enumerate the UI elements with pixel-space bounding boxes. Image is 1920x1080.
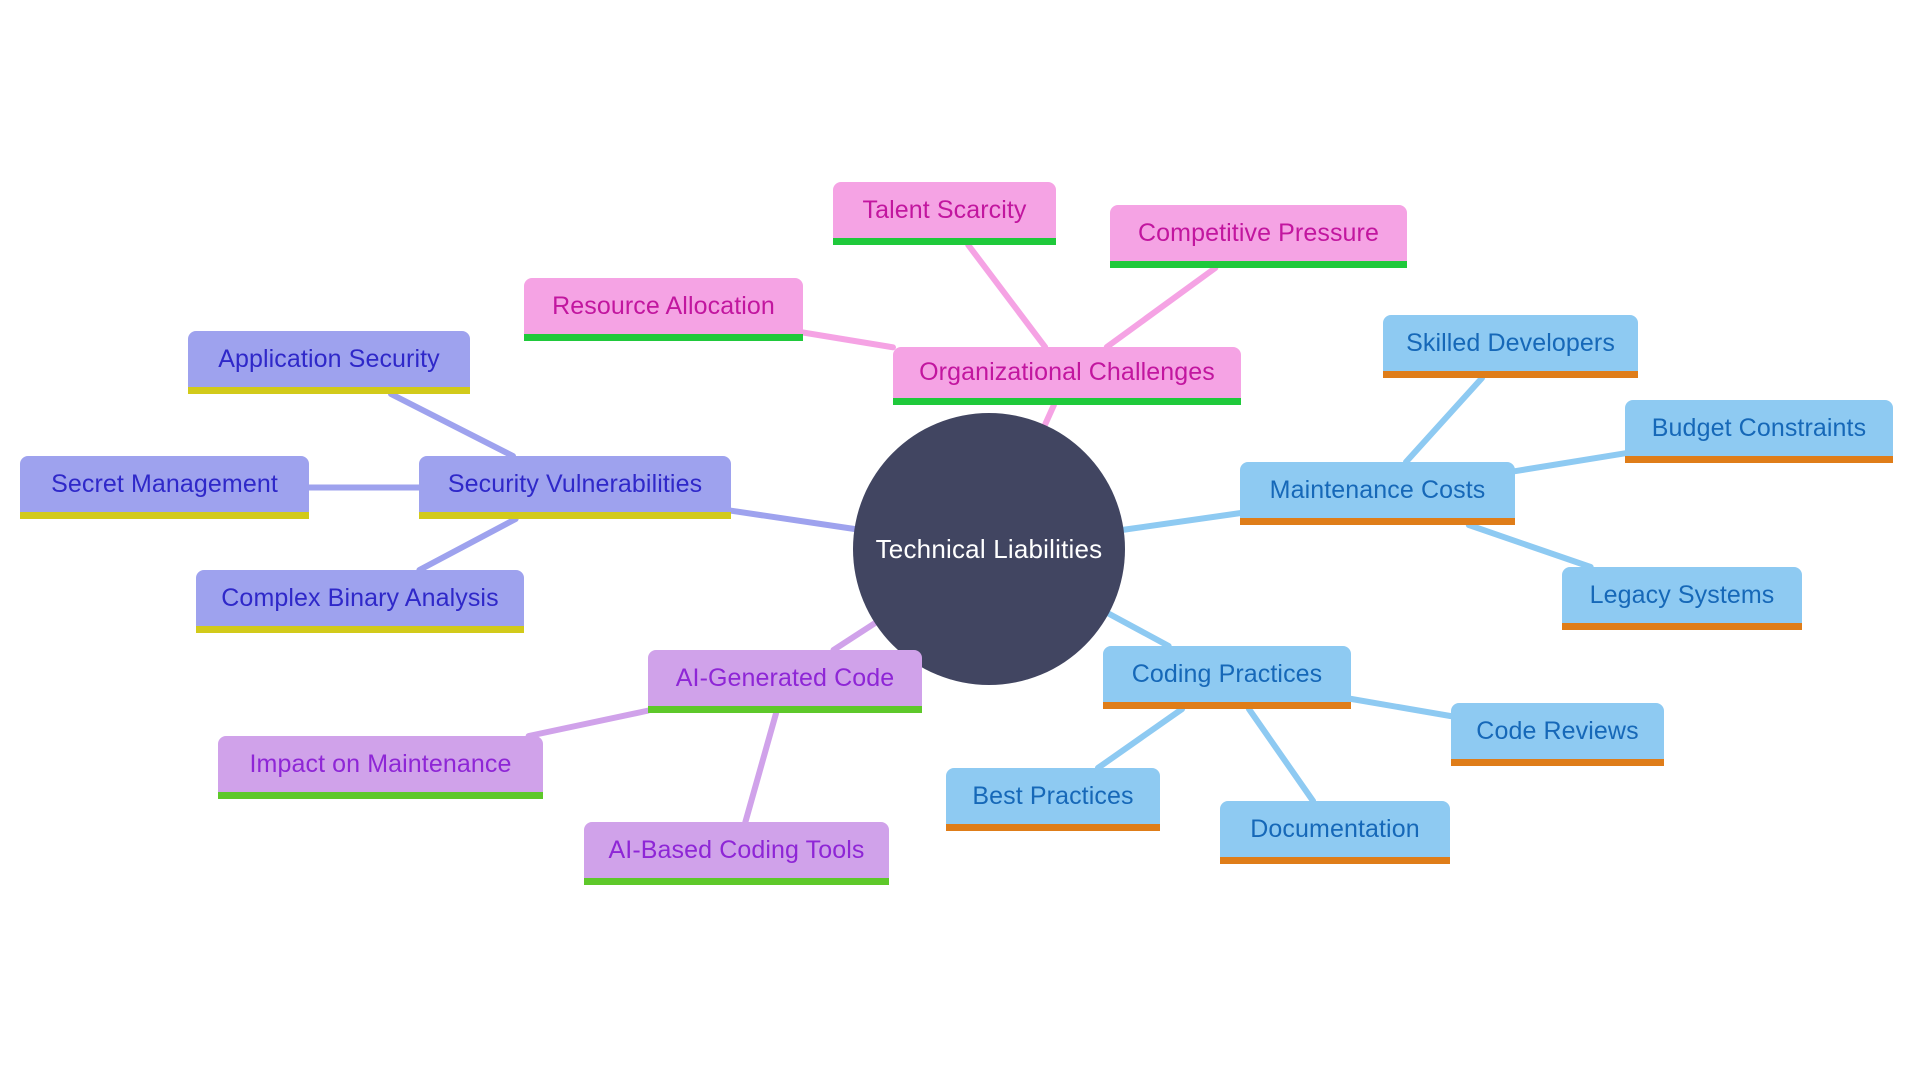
edge-root-to-security-vulnerabilities	[728, 507, 858, 533]
edge-ai-generated-code-to-ai-based-coding-tools	[742, 710, 780, 825]
leaf-node-budget-constraints[interactable]: Budget Constraints	[1625, 400, 1893, 463]
branch-node-maintenance-costs[interactable]: Maintenance Costs	[1240, 462, 1515, 525]
edge-root-to-maintenance-costs	[1120, 510, 1243, 533]
branch-node-organizational-challenges[interactable]: Organizational Challenges	[893, 347, 1241, 405]
edge-coding-practices-to-code-reviews	[1348, 695, 1454, 720]
edge-ai-generated-code-to-impact-on-maintenance	[525, 707, 651, 739]
branch-node-ai-generated-code[interactable]: AI-Generated Code	[648, 650, 922, 713]
leaf-node-impact-on-maintenance[interactable]: Impact on Maintenance	[218, 736, 543, 799]
mindmap-canvas: Technical Liabilities Organizational Cha…	[0, 0, 1920, 1080]
node-label: AI-Based Coding Tools	[608, 835, 865, 864]
node-label: Best Practices	[972, 781, 1134, 810]
edge-root-to-coding-practices	[1105, 610, 1172, 649]
node-label: Competitive Pressure	[1138, 218, 1379, 247]
leaf-node-complex-binary-analysis[interactable]: Complex Binary Analysis	[196, 570, 524, 633]
branch-node-coding-practices[interactable]: Coding Practices	[1103, 646, 1351, 709]
edge-root-to-ai-generated-code	[830, 620, 878, 653]
edge-security-vulnerabilities-to-complex-binary-analysis	[416, 516, 519, 573]
leaf-node-skilled-developers[interactable]: Skilled Developers	[1383, 315, 1638, 378]
node-label: Application Security	[218, 344, 440, 373]
edge-coding-practices-to-documentation	[1245, 706, 1317, 804]
node-label: Impact on Maintenance	[249, 749, 512, 778]
leaf-node-code-reviews[interactable]: Code Reviews	[1451, 703, 1664, 766]
node-label: Skilled Developers	[1406, 328, 1615, 357]
edge-organizational-challenges-to-resource-allocation	[800, 329, 896, 351]
leaf-node-application-security[interactable]: Application Security	[188, 331, 470, 394]
node-label: Maintenance Costs	[1269, 475, 1486, 504]
node-label: Complex Binary Analysis	[221, 583, 499, 612]
leaf-node-documentation[interactable]: Documentation	[1220, 801, 1450, 864]
edge-coding-practices-to-best-practices	[1094, 706, 1186, 771]
root-node-label: Technical Liabilities	[875, 533, 1103, 564]
edge-security-vulnerabilities-to-application-security	[387, 391, 517, 459]
root-node-technical-liabilities[interactable]: Technical Liabilities	[853, 413, 1125, 685]
leaf-node-competitive-pressure[interactable]: Competitive Pressure	[1110, 205, 1407, 268]
edge-organizational-challenges-to-competitive-pressure	[1103, 265, 1219, 350]
leaf-node-secret-management[interactable]: Secret Management	[20, 456, 309, 519]
edge-organizational-challenges-to-talent-scarcity	[965, 242, 1049, 350]
node-label: Resource Allocation	[552, 291, 775, 320]
node-label: Code Reviews	[1476, 716, 1639, 745]
node-label: Coding Practices	[1131, 659, 1323, 688]
edge-maintenance-costs-to-legacy-systems	[1465, 522, 1594, 570]
node-label: Secret Management	[51, 469, 278, 498]
node-label: Security Vulnerabilities	[447, 469, 703, 498]
leaf-node-resource-allocation[interactable]: Resource Allocation	[524, 278, 803, 341]
edge-root-to-organizational-challenges	[1041, 402, 1057, 429]
branch-node-security-vulnerabilities[interactable]: Security Vulnerabilities	[419, 456, 731, 519]
leaf-node-ai-based-coding-tools[interactable]: AI-Based Coding Tools	[584, 822, 889, 885]
edge-maintenance-costs-to-budget-constraints	[1512, 450, 1628, 475]
node-label: Organizational Challenges	[919, 358, 1215, 386]
node-label: AI-Generated Code	[675, 663, 895, 692]
leaf-node-talent-scarcity[interactable]: Talent Scarcity	[833, 182, 1056, 245]
node-label: Budget Constraints	[1651, 413, 1867, 442]
node-label: Talent Scarcity	[862, 195, 1027, 224]
leaf-node-best-practices[interactable]: Best Practices	[946, 768, 1160, 831]
edge-maintenance-costs-to-skilled-developers	[1403, 375, 1485, 465]
leaf-node-legacy-systems[interactable]: Legacy Systems	[1562, 567, 1802, 630]
node-label: Documentation	[1250, 814, 1420, 843]
node-label: Legacy Systems	[1589, 580, 1775, 609]
